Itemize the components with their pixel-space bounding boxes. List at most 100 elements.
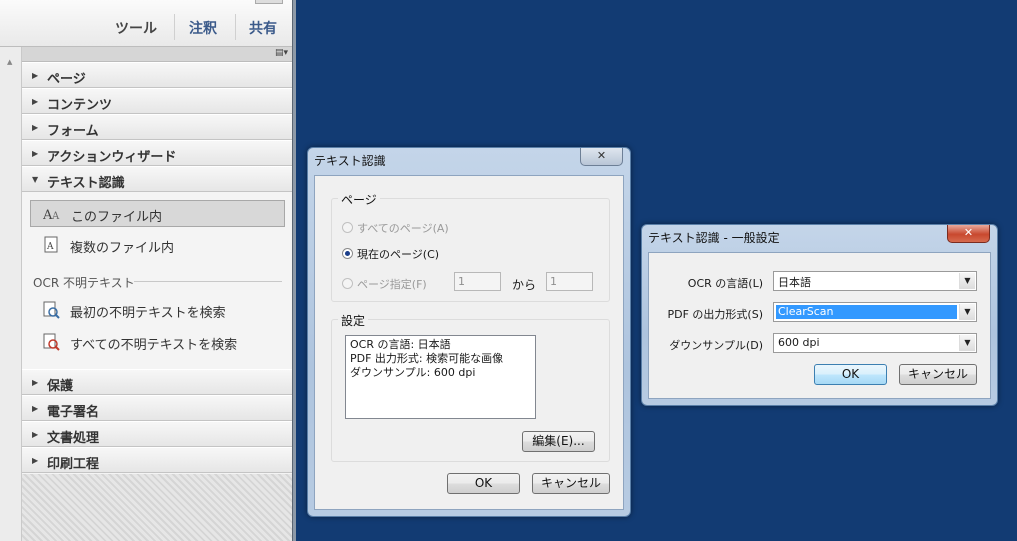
select-value: 600 dpi: [778, 336, 820, 349]
panel-header: ▤▾: [22, 47, 292, 62]
section-label: コンテンツ: [47, 98, 113, 113]
tool-label: 最初の不明テキストを検索: [70, 306, 226, 321]
tab-divider: [235, 14, 236, 40]
section-document-processing[interactable]: ▶ 文書処理: [22, 421, 292, 447]
radio-label: ページ指定(F): [357, 278, 427, 291]
find-all-suspects-icon: [43, 333, 60, 351]
settings-line: ダウンサンプル: 600 dpi: [350, 366, 476, 379]
tool-find-all-suspects[interactable]: すべての不明テキストを検索: [30, 329, 285, 356]
section-sign[interactable]: ▶ 電子署名: [22, 395, 292, 421]
tool-label: 複数のファイル内: [70, 241, 175, 256]
page-range-group: ページ すべてのページ(A) 現在のページ(C) ページ指定(F) 1 から 1: [331, 191, 610, 302]
text-recognition-tools: A A このファイル内 A 複数のファイル内 OCR 不明テキスト 最初の不明テ…: [22, 192, 292, 369]
tool-find-first-suspect[interactable]: 最初の不明テキストを検索: [30, 297, 285, 324]
tab-tools[interactable]: ツール: [115, 18, 157, 38]
text-recognition-dialog: テキスト認識 ✕ ページ すべてのページ(A) 現在のページ(C) ページ指定(…: [307, 147, 631, 517]
section-content[interactable]: ▶ コンテンツ: [22, 88, 292, 114]
tab-comment[interactable]: 注釈: [189, 18, 217, 38]
section-label: 電子署名: [47, 405, 100, 420]
ok-button[interactable]: OK: [814, 364, 887, 385]
dialog-body: ページ すべてのページ(A) 現在のページ(C) ページ指定(F) 1 から 1…: [314, 175, 624, 510]
range-to-input[interactable]: 1: [546, 272, 593, 291]
ocr-language-select[interactable]: 日本語 ▼: [773, 271, 977, 291]
section-page[interactable]: ▶ ページ: [22, 62, 292, 88]
text-recognition-icon: A A: [43, 208, 60, 223]
heading-divider: [134, 281, 282, 282]
ocr-language-label: OCR の言語(L): [687, 277, 763, 290]
expand-triangle-icon: ▶: [32, 149, 39, 158]
section-label: 文書処理: [47, 431, 100, 446]
section-print-production[interactable]: ▶ 印刷工程: [22, 447, 292, 473]
section-label: 保護: [47, 379, 74, 394]
section-action-wizard[interactable]: ▶ アクションウィザード: [22, 140, 292, 166]
radio-button[interactable]: [342, 248, 353, 259]
empty-panel-area: [22, 474, 292, 541]
left-scroll-strip: ▲: [0, 0, 22, 541]
expand-triangle-icon: ▶: [32, 456, 39, 465]
toolbar-mini-button[interactable]: [255, 0, 283, 4]
chevron-down-icon[interactable]: ▼: [959, 304, 975, 320]
radio-label: 現在のページ(C): [357, 248, 440, 261]
expand-triangle-icon: ▶: [32, 404, 39, 413]
chevron-down-icon[interactable]: ▼: [959, 273, 975, 289]
expand-triangle-icon: ▶: [32, 123, 39, 132]
chevron-down-icon[interactable]: ▼: [959, 335, 975, 351]
section-protection[interactable]: ▶ 保護: [22, 369, 292, 395]
settings-line: PDF 出力形式: 検索可能な画像: [350, 352, 504, 365]
section-label: フォーム: [47, 124, 99, 139]
radio-current-page[interactable]: 現在のページ(C): [342, 246, 439, 262]
section-label: 印刷工程: [47, 457, 100, 472]
settings-line: OCR の言語: 日本語: [350, 338, 451, 351]
collapse-triangle-icon: ▼: [32, 175, 39, 184]
expand-triangle-icon: ▶: [32, 378, 39, 387]
radio-button[interactable]: [342, 278, 353, 289]
select-value: 日本語: [778, 276, 811, 289]
settings-group: 設定 OCR の言語: 日本語 PDF 出力形式: 検索可能な画像 ダウンサンプ…: [331, 312, 610, 462]
section-label: ページ: [47, 72, 86, 87]
radio-button[interactable]: [342, 222, 353, 233]
section-label: テキスト認識: [47, 176, 125, 191]
tool-in-this-file[interactable]: A A このファイル内: [30, 200, 285, 227]
section-forms[interactable]: ▶ フォーム: [22, 114, 292, 140]
cancel-button[interactable]: キャンセル: [899, 364, 977, 385]
general-settings-dialog: テキスト認識 - 一般設定 ✕ OCR の言語(L) 日本語 ▼ PDF の出力…: [641, 224, 998, 406]
group-title: ページ: [338, 191, 380, 208]
edit-button[interactable]: 編集(E)...: [522, 431, 595, 452]
panel-options-icon[interactable]: ▤▾: [275, 48, 288, 58]
radio-page-range[interactable]: ページ指定(F): [342, 276, 427, 292]
downsample-select[interactable]: 600 dpi ▼: [773, 333, 977, 353]
dialog-title: テキスト認識: [314, 154, 386, 168]
section-label: アクションウィザード: [47, 150, 177, 165]
pdf-format-select[interactable]: ClearScan ▼: [773, 302, 977, 322]
section-text-recognition[interactable]: ▼ テキスト認識: [22, 166, 292, 192]
tool-multiple-files[interactable]: A 複数のファイル内: [30, 232, 285, 259]
select-value: ClearScan: [776, 305, 957, 319]
expand-triangle-icon: ▶: [32, 97, 39, 106]
dialog-body: OCR の言語(L) 日本語 ▼ PDF の出力形式(S) ClearScan …: [648, 252, 991, 399]
cancel-button[interactable]: キャンセル: [532, 473, 610, 494]
ok-button[interactable]: OK: [447, 473, 520, 494]
expand-triangle-icon: ▶: [32, 71, 39, 80]
tab-share[interactable]: 共有: [249, 18, 277, 38]
pane-splitter[interactable]: [292, 0, 296, 541]
scroll-up-icon[interactable]: ▲: [7, 58, 12, 66]
tool-label: すべての不明テキストを検索: [70, 338, 238, 353]
svg-text:A: A: [51, 211, 60, 222]
svg-text:A: A: [46, 242, 54, 252]
multiple-files-ocr-icon: A: [44, 236, 58, 253]
ocr-suspects-heading: OCR 不明テキスト: [33, 276, 135, 290]
find-suspect-icon: [43, 301, 60, 319]
group-title: 設定: [338, 312, 369, 329]
expand-triangle-icon: ▶: [32, 430, 39, 439]
downsample-label: ダウンサンプル(D): [669, 339, 763, 352]
close-icon[interactable]: ✕: [947, 225, 990, 243]
range-from-input[interactable]: 1: [454, 272, 501, 291]
radio-label: すべてのページ(A): [357, 222, 449, 235]
radio-all-pages[interactable]: すべてのページ(A): [342, 220, 449, 236]
pdf-format-label: PDF の出力形式(S): [667, 308, 764, 321]
tab-divider: [174, 14, 175, 40]
settings-summary: OCR の言語: 日本語 PDF 出力形式: 検索可能な画像 ダウンサンプル: …: [345, 335, 536, 419]
tools-pane: ▲ ツール 注釈 共有 ▤▾ ▶ ページ ▶ コンテンツ ▶ フォーム ▶ アク…: [0, 0, 296, 541]
close-icon[interactable]: ✕: [580, 148, 623, 166]
task-toolbar: ツール 注釈 共有: [0, 0, 292, 47]
